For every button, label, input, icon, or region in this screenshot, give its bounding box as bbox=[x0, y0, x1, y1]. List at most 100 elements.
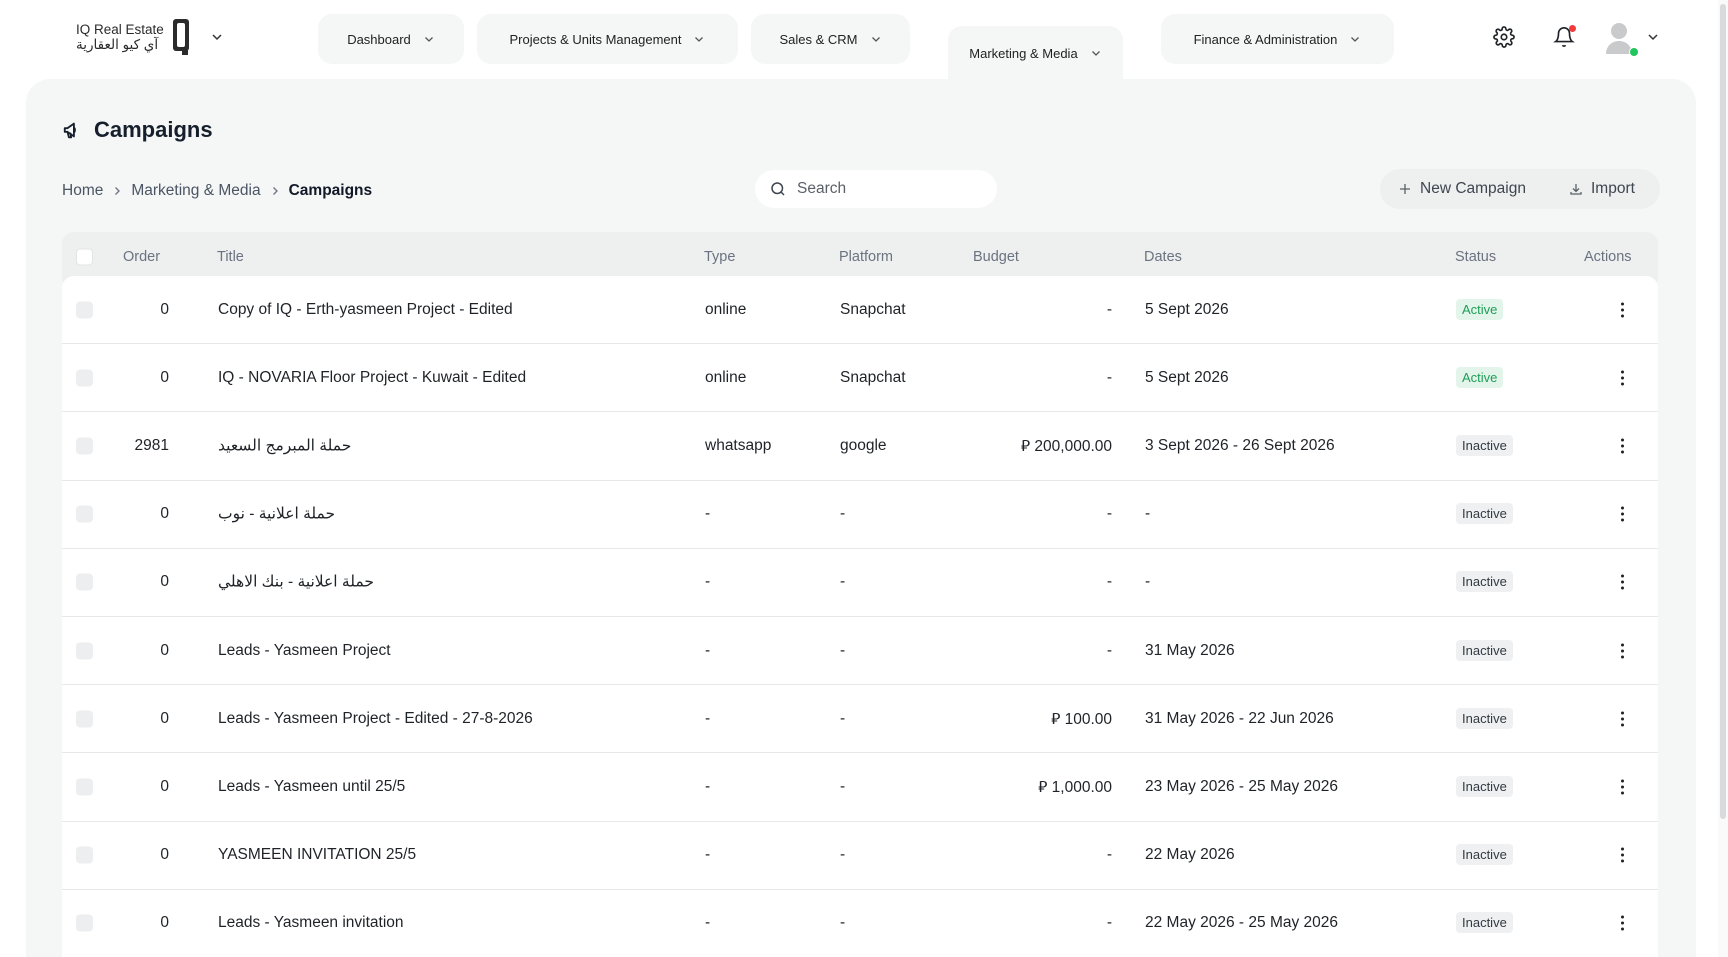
chevron-down-icon[interactable] bbox=[210, 30, 224, 44]
brand-logo[interactable]: IQ Real Estate آي كيو العقارية bbox=[76, 18, 224, 56]
breadcrumb-marketing[interactable]: Marketing & Media bbox=[131, 182, 260, 200]
row-checkbox[interactable] bbox=[76, 642, 93, 660]
platform-cell: - bbox=[840, 709, 846, 727]
nav-dashboard[interactable]: Dashboard bbox=[318, 14, 464, 64]
avatar[interactable] bbox=[1604, 20, 1639, 58]
platform-cell: Snapchat bbox=[840, 368, 906, 386]
table-row[interactable]: 0 حملة اعلانية - بنك الاهلي - - - - Inac… bbox=[62, 549, 1658, 617]
chevron-down-icon bbox=[424, 37, 433, 42]
column-header-title[interactable]: Title bbox=[217, 249, 244, 265]
row-checkbox[interactable] bbox=[76, 505, 93, 523]
page-header: Campaigns bbox=[62, 117, 213, 143]
order-cell: 0 bbox=[160, 300, 169, 318]
nav-label: Dashboard bbox=[347, 31, 411, 47]
row-checkbox[interactable] bbox=[76, 778, 93, 796]
status-badge: Inactive bbox=[1456, 434, 1513, 456]
row-checkbox[interactable] bbox=[76, 914, 93, 932]
kebab-menu-icon bbox=[1617, 302, 1627, 318]
title-cell[interactable]: Leads - Yasmeen Project bbox=[218, 642, 391, 660]
nav-sales-crm[interactable]: Sales & CRM bbox=[751, 14, 910, 64]
nav-label: Marketing & Media bbox=[969, 45, 1078, 61]
table-body: 0 Copy of IQ - Erth-yasmeen Project - Ed… bbox=[62, 276, 1658, 957]
column-header-type[interactable]: Type bbox=[704, 249, 735, 265]
select-all-checkbox[interactable] bbox=[76, 248, 93, 266]
type-cell: - bbox=[705, 709, 711, 727]
kebab-menu-icon bbox=[1617, 574, 1627, 590]
title-cell[interactable]: Leads - Yasmeen Project - Edited - 27-8-… bbox=[218, 710, 533, 728]
search-input[interactable] bbox=[797, 180, 977, 198]
chevron-right-icon bbox=[272, 187, 278, 195]
table-row[interactable]: 2981 حملة المبرمج السعيد whatsapp google… bbox=[62, 412, 1658, 481]
scrollbar-thumb[interactable] bbox=[1720, 4, 1726, 819]
order-cell: 0 bbox=[160, 846, 169, 864]
row-checkbox[interactable] bbox=[76, 573, 93, 591]
chevron-down-icon[interactable] bbox=[1646, 30, 1660, 44]
logo-name-en: IQ Real Estate bbox=[76, 22, 164, 37]
row-actions-button[interactable] bbox=[1617, 574, 1627, 590]
breadcrumb: Home Marketing & Media Campaigns bbox=[62, 182, 372, 200]
breadcrumb-current: Campaigns bbox=[288, 182, 373, 199]
title-cell[interactable]: حملة المبرمج السعيد bbox=[218, 436, 351, 455]
logo-name-ar: آي كيو العقارية bbox=[76, 37, 159, 52]
new-campaign-button[interactable]: New Campaign bbox=[1398, 180, 1526, 198]
page-title: Campaigns bbox=[94, 117, 213, 142]
order-cell: 0 bbox=[160, 777, 169, 795]
budget-cell: ⃁ 200,000.00 bbox=[1020, 437, 1112, 455]
row-checkbox[interactable] bbox=[76, 369, 93, 387]
column-header-status[interactable]: Status bbox=[1455, 249, 1496, 265]
table-row[interactable]: 0 YASMEEN INVITATION 25/5 - - - 22 May 2… bbox=[62, 822, 1658, 890]
new-campaign-label: New Campaign bbox=[1420, 180, 1526, 197]
nav-label: Finance & Administration bbox=[1193, 31, 1338, 47]
title-cell[interactable]: YASMEEN INVITATION 25/5 bbox=[218, 846, 416, 864]
row-checkbox[interactable] bbox=[76, 437, 93, 455]
row-actions-button[interactable] bbox=[1617, 643, 1627, 659]
search-box[interactable] bbox=[755, 170, 997, 208]
dates-cell: 31 May 2026 bbox=[1145, 641, 1235, 659]
dates-cell: 31 May 2026 - 22 Jun 2026 bbox=[1145, 709, 1334, 727]
nav-finance-admin[interactable]: Finance & Administration bbox=[1161, 14, 1394, 64]
row-checkbox[interactable] bbox=[76, 846, 93, 864]
column-header-dates[interactable]: Dates bbox=[1144, 249, 1182, 265]
settings-button[interactable] bbox=[1491, 24, 1517, 50]
title-cell[interactable]: Leads - Yasmeen until 25/5 bbox=[218, 778, 405, 796]
row-actions-button[interactable] bbox=[1617, 711, 1627, 727]
table-row[interactable]: 0 Leads - Yasmeen until 25/5 - - ⃁ 1,000… bbox=[62, 753, 1658, 822]
toolbar: New Campaign Import bbox=[1380, 169, 1660, 209]
table-row[interactable]: 0 Leads - Yasmeen invitation - - - 22 Ma… bbox=[62, 890, 1658, 957]
budget-cell: ⃁ 1,000.00 bbox=[1038, 778, 1112, 796]
breadcrumb-home[interactable]: Home bbox=[62, 182, 103, 200]
dates-cell: 22 May 2026 bbox=[1145, 846, 1235, 864]
nav-marketing-media[interactable]: Marketing & Media bbox=[948, 26, 1123, 80]
chevron-right-icon bbox=[115, 187, 121, 195]
notifications-button[interactable] bbox=[1551, 24, 1577, 50]
row-actions-button[interactable] bbox=[1617, 779, 1627, 795]
row-checkbox[interactable] bbox=[76, 301, 93, 319]
row-checkbox[interactable] bbox=[76, 710, 93, 728]
title-cell[interactable]: حملة اعلانية - بنك الاهلي bbox=[218, 573, 374, 592]
nav-label: Sales & CRM bbox=[779, 31, 858, 47]
column-header-order[interactable]: Order bbox=[123, 249, 160, 265]
title-cell[interactable]: حملة اعلانية - نوب bbox=[218, 505, 335, 524]
campaigns-table: Order Title Type Platform Budget Dates S… bbox=[62, 232, 1658, 957]
table-row[interactable]: 0 Copy of IQ - Erth-yasmeen Project - Ed… bbox=[62, 276, 1658, 345]
table-row[interactable]: 0 Leads - Yasmeen Project - Edited - 27-… bbox=[62, 685, 1658, 754]
import-button[interactable]: Import bbox=[1569, 180, 1635, 198]
row-actions-button[interactable] bbox=[1617, 915, 1627, 931]
column-header-budget[interactable]: Budget bbox=[973, 249, 1019, 265]
row-actions-button[interactable] bbox=[1617, 506, 1627, 522]
row-actions-button[interactable] bbox=[1617, 438, 1627, 454]
logo-mark-icon bbox=[172, 19, 189, 55]
row-actions-button[interactable] bbox=[1617, 302, 1627, 318]
title-cell[interactable]: Leads - Yasmeen invitation bbox=[218, 914, 404, 932]
title-cell[interactable]: Copy of IQ - Erth-yasmeen Project - Edit… bbox=[218, 301, 513, 319]
table-row[interactable]: 0 حملة اعلانية - نوب - - - - Inactive bbox=[62, 481, 1658, 549]
table-row[interactable]: 0 IQ - NOVARIA Floor Project - Kuwait - … bbox=[62, 344, 1658, 413]
column-header-platform[interactable]: Platform bbox=[839, 249, 893, 265]
title-cell[interactable]: IQ - NOVARIA Floor Project - Kuwait - Ed… bbox=[218, 369, 526, 387]
table-row[interactable]: 0 Leads - Yasmeen Project - - - 31 May 2… bbox=[62, 617, 1658, 686]
nav-projects-units[interactable]: Projects & Units Management bbox=[477, 14, 738, 64]
row-actions-button[interactable] bbox=[1617, 370, 1627, 386]
budget-cell: - bbox=[1106, 368, 1112, 386]
order-cell: 0 bbox=[160, 914, 169, 932]
row-actions-button[interactable] bbox=[1617, 847, 1627, 863]
